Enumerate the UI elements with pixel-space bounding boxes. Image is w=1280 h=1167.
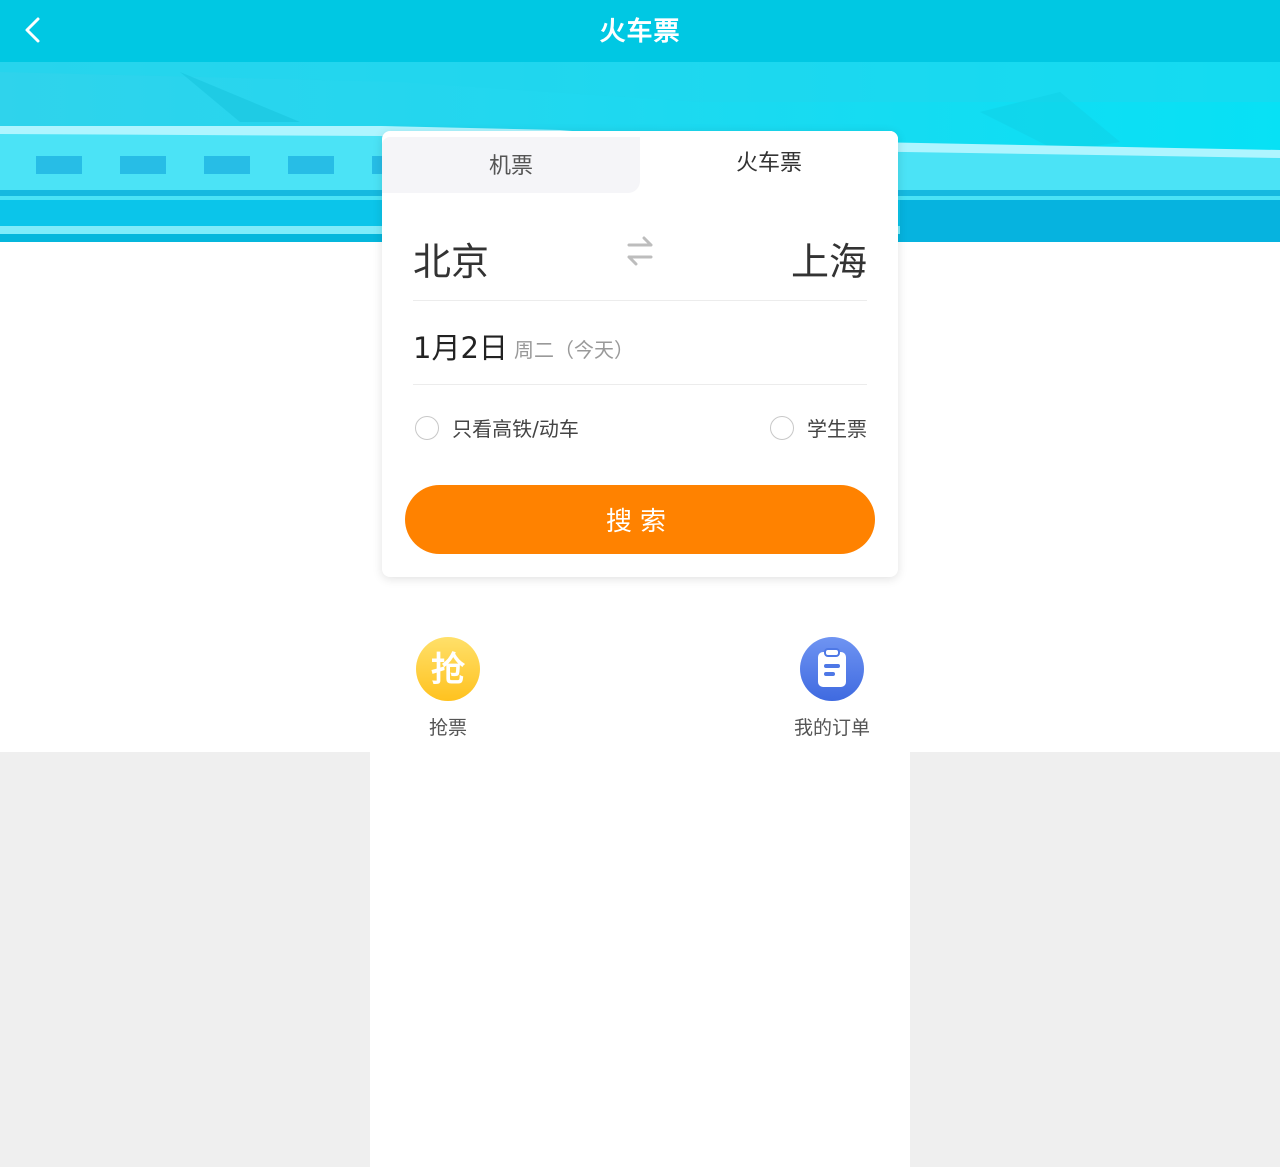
ticket-type-tabs: 机票 火车票 (382, 131, 898, 193)
route-selector: 北京 上海 (413, 219, 867, 301)
student-ticket-option[interactable]: 学生票 (769, 413, 867, 443)
search-button[interactable]: 搜索 (405, 485, 875, 554)
student-ticket-label: 学生票 (807, 417, 867, 441)
departure-date: 1月2日 (413, 331, 508, 365)
grab-ticket-entry[interactable]: 抢 抢票 (398, 637, 498, 740)
grab-ticket-label: 抢票 (428, 717, 467, 739)
high-speed-only-option[interactable]: 只看高铁/动车 (415, 413, 579, 443)
departure-weekday: 周二（今天） (514, 338, 634, 362)
date-selector[interactable]: 1月2日 周二（今天） (413, 301, 867, 385)
swap-arrows-icon (627, 236, 653, 266)
booking-card: 机票 火车票 北京 上海 1月2日 周二（今天） 只看高铁/动车 学生票 搜索 (382, 131, 898, 577)
high-speed-only-radio[interactable] (415, 415, 439, 440)
grab-ticket-icon: 抢 (416, 637, 480, 701)
tab-flight[interactable]: 机票 (382, 137, 640, 193)
swap-cities-button[interactable] (620, 233, 660, 269)
high-speed-only-label: 只看高铁/动车 (452, 417, 579, 441)
svg-text:抢: 抢 (431, 650, 466, 690)
page-title: 火车票 (599, 17, 681, 47)
clipboard-icon (800, 637, 864, 701)
student-ticket-radio[interactable] (769, 415, 794, 440)
chevron-left-icon (25, 17, 40, 43)
departure-city[interactable]: 北京 (413, 231, 489, 286)
my-orders-label: 我的订单 (793, 717, 870, 739)
my-orders-entry[interactable]: 我的订单 (782, 637, 882, 740)
app-header: 火车票 (0, 0, 1280, 62)
tab-train[interactable]: 火车票 (640, 131, 898, 193)
arrival-city[interactable]: 上海 (791, 231, 867, 286)
back-button[interactable] (14, 12, 52, 50)
